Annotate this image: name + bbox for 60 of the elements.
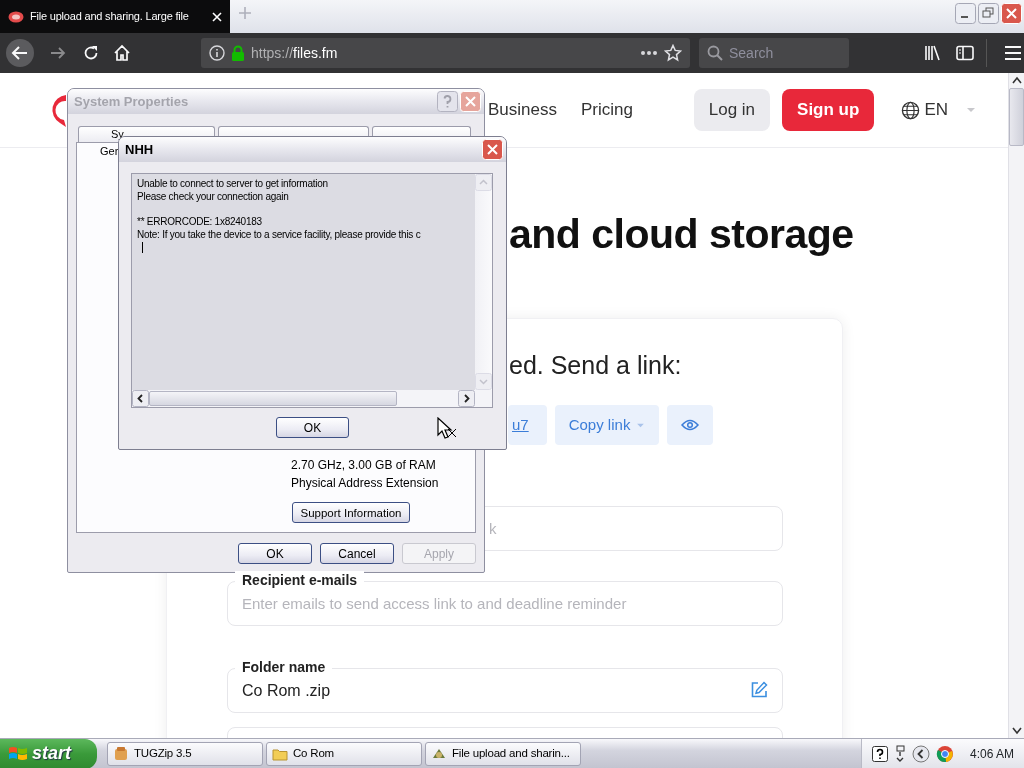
more-icon[interactable] [640,50,658,56]
field-label: Recipient e-mails [235,571,365,589]
network-icon[interactable] [893,744,906,763]
system-info-text: Physical Address Extension [291,475,440,492]
scrollbar-thumb[interactable] [1009,88,1024,146]
reload-icon[interactable] [82,44,100,62]
copy-link-button[interactable]: Copy link [554,405,660,445]
logo-icon [50,93,66,127]
support-button[interactable]: Support Information [292,502,410,523]
restore-icon[interactable] [978,3,999,24]
window-title: NHH [125,140,155,159]
language-selector[interactable]: EN [901,97,976,123]
search-field[interactable]: Search [699,38,849,68]
lock-icon [231,45,245,61]
sidebar-icon[interactable] [956,45,974,61]
start-button[interactable]: start [0,738,97,768]
back-icon[interactable] [5,38,35,68]
busy-cursor-icon [436,417,458,441]
browser-icon[interactable] [935,744,954,763]
window-title: System Properties [74,92,190,111]
text-cursor [142,242,143,253]
edit-icon[interactable] [750,681,768,699]
login-button[interactable]: Log in [693,89,771,131]
globe-icon [901,100,921,120]
help-icon[interactable] [871,745,888,762]
taskbar-button[interactable]: File upload and sharin... [425,741,581,766]
scroll-left-icon[interactable] [132,390,149,407]
taskbar-button[interactable]: TUGZip 3.5 [107,741,263,766]
clock: 4:06 AM [969,745,1014,763]
share-heading: ed. Send a link: [509,350,683,381]
nav-link[interactable]: Pricing [581,97,633,123]
nav-link[interactable]: Business [488,97,557,123]
library-icon[interactable] [924,45,942,61]
archive-icon [113,745,129,762]
address-text: https://files.fm [251,43,338,63]
menu-icon[interactable] [1004,45,1022,61]
share-link[interactable]: u7 [508,405,547,445]
taskbar-button[interactable]: Co Rom [266,741,422,766]
address-field[interactable]: https://files.fm [201,38,690,68]
dialog-button[interactable]: OK [238,543,312,564]
caret-icon [966,107,976,113]
info-icon [209,45,225,61]
preview-button[interactable] [667,405,714,445]
scrollbar-thumb[interactable] [149,391,397,406]
ok-button[interactable]: OK [276,417,349,438]
eye-icon [681,419,700,431]
system-info-text: 2.70 GHz, 3.00 GB of RAM [291,457,437,474]
scroll-right-icon[interactable] [458,390,475,407]
close-icon[interactable] [210,9,224,24]
caret-icon [636,422,646,428]
page-icon [8,10,24,23]
star-icon[interactable] [664,44,682,62]
hero-heading: and cloud storage [509,210,855,259]
browser-tab[interactable]: File upload and sharing. Large file [0,0,230,33]
signup-button[interactable]: Sign up [782,89,875,131]
minimize-icon[interactable] [955,3,976,24]
dialog-button[interactable]: Cancel [320,543,394,564]
expand-tray-icon[interactable] [911,744,930,763]
error-message: Unable to connect to server to get information Please check your connection again ** ERRORCODE: 1x8240183 Note: If you take the device to a service facility, please provide this c [137,178,422,242]
home-icon[interactable] [113,44,131,62]
